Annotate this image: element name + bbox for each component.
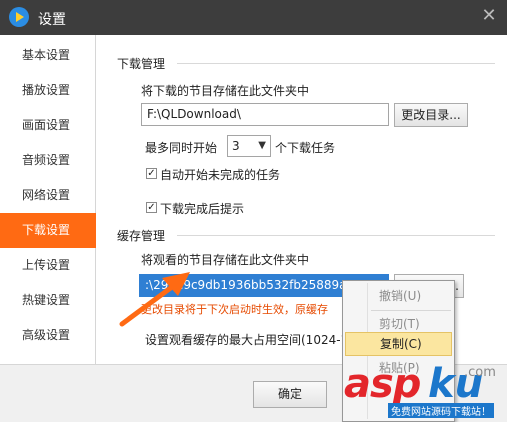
- cache-warning-text: 更改目录将于下次启动时生效，原缓存: [141, 303, 328, 316]
- download-change-folder-button[interactable]: 更改目录...: [394, 103, 468, 127]
- context-menu: 撤销(U) 剪切(T) 复制(C) 粘贴(P): [342, 280, 455, 422]
- close-icon[interactable]: ✕: [477, 5, 501, 29]
- ok-button[interactable]: 确定: [253, 381, 327, 408]
- download-section-title: 下载管理: [117, 57, 166, 71]
- app-logo-icon: [9, 7, 29, 27]
- section-divider: [177, 235, 495, 236]
- sidebar-item-picture[interactable]: 画面设置: [0, 108, 96, 143]
- notify-complete-checkbox[interactable]: ✓: [146, 202, 157, 213]
- download-folder-label: 将下载的节目存储在此文件夹中: [141, 84, 310, 98]
- chevron-down-icon: ▼: [258, 140, 266, 151]
- sidebar-item-basic[interactable]: 基本设置: [0, 38, 96, 73]
- sidebar-item-download[interactable]: 下载设置: [0, 213, 96, 248]
- auto-start-checkbox[interactable]: ✓: [146, 168, 157, 179]
- window-title: 设置: [38, 12, 66, 28]
- cache-folder-label: 将观看的节目存储在此文件夹中: [141, 253, 310, 267]
- menu-item-paste[interactable]: 粘贴(P): [345, 356, 452, 380]
- auto-start-label: 自动开始未完成的任务: [160, 168, 281, 182]
- settings-sidebar: 基本设置 播放设置 画面设置 音频设置 网络设置 下载设置 上传设置 热键设置 …: [0, 35, 96, 364]
- sidebar-item-playback[interactable]: 播放设置: [0, 73, 96, 108]
- sidebar-item-audio[interactable]: 音频设置: [0, 143, 96, 178]
- concurrent-count-select[interactable]: 3 ▼: [227, 135, 271, 157]
- menu-item-undo[interactable]: 撤销(U): [345, 284, 452, 308]
- concurrent-suffix-label: 个下载任务: [275, 141, 336, 155]
- sidebar-item-hotkeys[interactable]: 热键设置: [0, 283, 96, 318]
- menu-separator: [371, 310, 451, 311]
- sidebar-item-network[interactable]: 网络设置: [0, 178, 96, 213]
- sidebar-item-advanced[interactable]: 高级设置: [0, 318, 96, 353]
- concurrent-count-value: 3: [232, 139, 240, 153]
- concurrent-prefix-label: 最多同时开始: [145, 141, 218, 155]
- download-folder-input[interactable]: F:\QLDownload\: [141, 103, 389, 126]
- notify-complete-label: 下载完成后提示: [160, 202, 245, 216]
- section-divider: [177, 63, 495, 64]
- title-bar: 设置 ✕: [0, 0, 507, 35]
- menu-item-copy[interactable]: 复制(C): [345, 332, 452, 356]
- cache-section-title: 缓存管理: [117, 229, 166, 243]
- cache-max-size-label: 设置观看缓存的最大占用空间(1024-10: [145, 333, 356, 347]
- sidebar-item-upload[interactable]: 上传设置: [0, 248, 96, 283]
